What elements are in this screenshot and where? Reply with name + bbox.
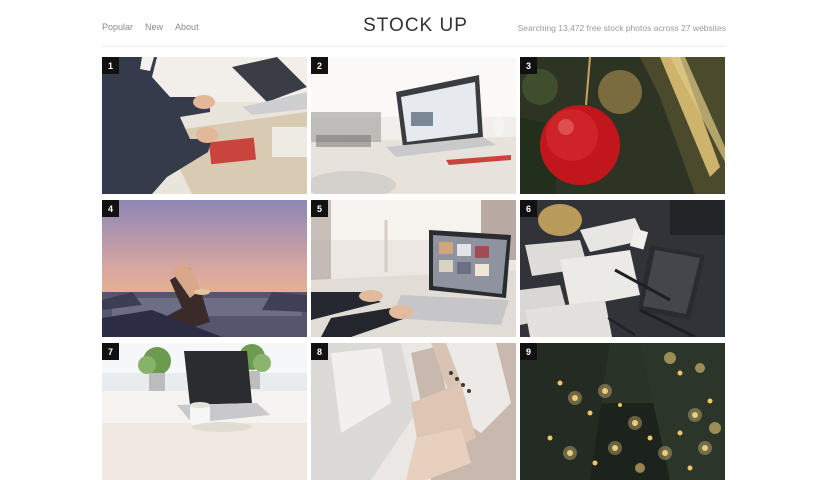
photo-number-badge: 9 <box>520 343 537 360</box>
photo-number-badge: 7 <box>102 343 119 360</box>
photo-string-lights <box>520 343 725 480</box>
photo-number-badge: 8 <box>311 343 328 360</box>
photo-person-sheets <box>311 343 516 480</box>
photo-number-badge: 1 <box>102 57 119 74</box>
photo-tile-9[interactable]: 9 <box>520 343 725 480</box>
photo-tile-2[interactable]: 2 <box>311 57 516 194</box>
photo-tile-8[interactable]: 8 <box>311 343 516 480</box>
photo-laptop-desk <box>311 57 516 194</box>
photo-laptop-plants <box>102 343 307 480</box>
photo-tile-5[interactable]: 5 <box>311 200 516 337</box>
photo-tile-6[interactable]: 6 <box>520 200 725 337</box>
photo-laptop-typing <box>311 200 516 337</box>
photo-number-badge: 4 <box>102 200 119 217</box>
photo-number-badge: 3 <box>520 57 537 74</box>
photo-sunset-hand <box>102 200 307 337</box>
photo-tile-3[interactable]: 3 <box>520 57 725 194</box>
photo-number-badge: 5 <box>311 200 328 217</box>
photo-businessman-laptop <box>102 57 307 194</box>
photo-tile-4[interactable]: 4 <box>102 200 307 337</box>
header-divider <box>102 46 726 47</box>
photo-number-badge: 2 <box>311 57 328 74</box>
photo-tile-1[interactable]: 1 <box>102 57 307 194</box>
photo-design-flatlay <box>520 200 725 337</box>
photo-tile-7[interactable]: 7 <box>102 343 307 480</box>
photo-number-badge: 6 <box>520 200 537 217</box>
photo-christmas-ornament <box>520 57 725 194</box>
photo-grid: 1 2 3 4 5 6 7 8 9 <box>102 57 725 480</box>
search-status: Searching 13,472 free stock photos acros… <box>517 23 726 33</box>
